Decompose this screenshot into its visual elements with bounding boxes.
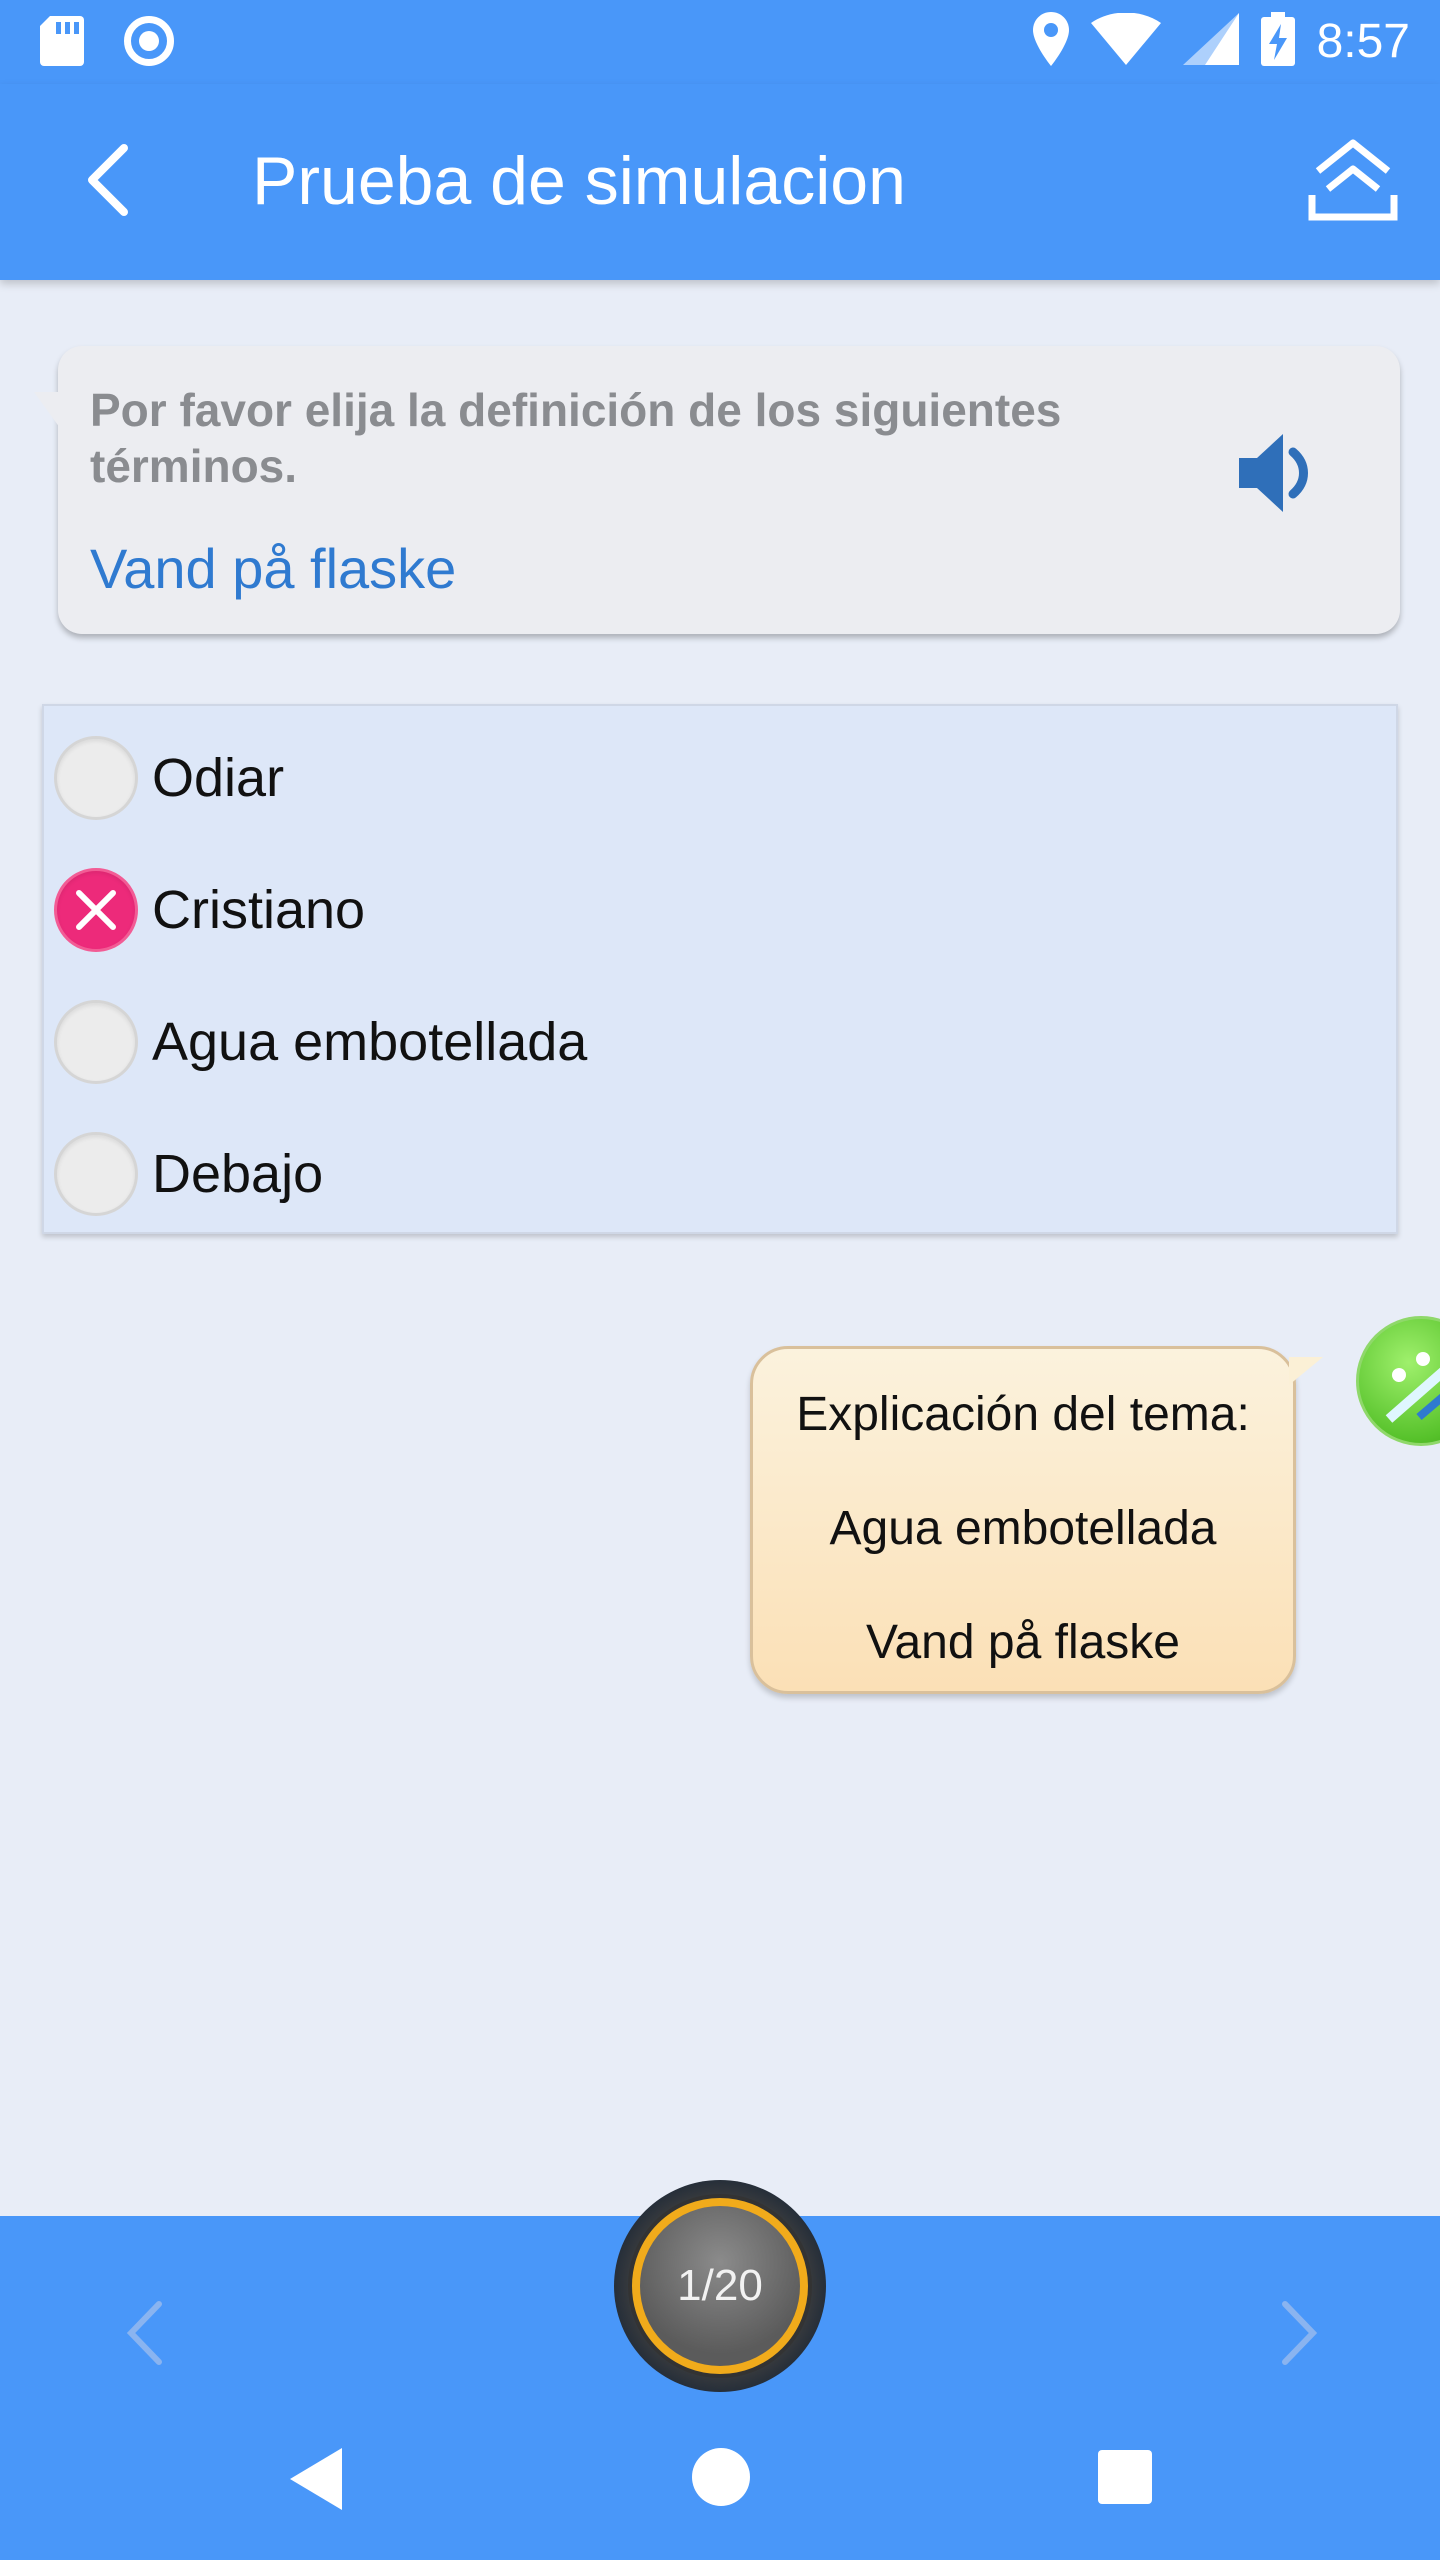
battery-charging-icon	[1260, 12, 1295, 71]
counter-text: 1/20	[677, 2261, 763, 2310]
answer-options: Odiar Cristiano Agua embotellada Debajo	[42, 704, 1398, 1234]
next-question-button[interactable]	[1264, 2290, 1334, 2380]
option-label: Agua embotellada	[152, 1012, 588, 1072]
explanation-heading: Explicación del tema:	[796, 1388, 1250, 1441]
chevron-left-icon	[84, 143, 132, 221]
recents-square-icon[interactable]	[1098, 2450, 1152, 2504]
explanation-term: Vand på flaske	[866, 1616, 1180, 1669]
chevron-left-icon	[125, 2300, 165, 2371]
question-prompt: Por favor elija la definición de los sig…	[90, 384, 1062, 492]
option-label: Cristiano	[152, 880, 366, 940]
previous-question-button[interactable]	[110, 2290, 180, 2380]
page-title: Prueba de simulacion	[252, 143, 906, 219]
question-term: Vand på flaske	[90, 537, 457, 600]
explanation-answer: Agua embotellada	[829, 1502, 1217, 1555]
radio-icon[interactable]	[54, 1132, 138, 1216]
explanation-bubble: Explicación del tema: Agua embotellada V…	[750, 1346, 1323, 1694]
home-circle-icon[interactable]	[692, 2448, 750, 2506]
signal-icon	[1182, 13, 1239, 70]
play-audio-button[interactable]	[1232, 430, 1322, 520]
counter-ring: 1/20	[632, 2198, 808, 2374]
back-button[interactable]	[62, 136, 154, 228]
mascot-avatar	[1356, 1316, 1440, 1446]
status-bar: 8:57	[0, 0, 1440, 84]
chevron-right-icon	[1279, 2300, 1319, 2371]
share-button[interactable]	[1298, 126, 1408, 236]
sd-card-icon	[40, 16, 84, 66]
option-item[interactable]: Agua embotellada	[44, 976, 1396, 1108]
upload-icon	[1308, 137, 1398, 226]
sync-circle-icon	[124, 16, 174, 66]
app-bar: Prueba de simulacion	[0, 84, 1440, 280]
back-triangle-icon[interactable]	[286, 2444, 356, 2514]
status-time: 8:57	[1316, 15, 1410, 68]
option-label: Odiar	[152, 748, 285, 808]
radio-icon[interactable]	[54, 1000, 138, 1084]
location-icon	[1032, 12, 1069, 71]
option-item[interactable]: Debajo	[44, 1108, 1396, 1240]
question-card: Por favor elija la definición de los sig…	[34, 346, 1400, 634]
option-item[interactable]: Cristiano	[44, 844, 1396, 976]
question-counter[interactable]: 1/20	[614, 2180, 826, 2392]
radio-icon[interactable]	[54, 736, 138, 820]
speaker-icon	[1235, 428, 1319, 523]
option-label: Debajo	[152, 1144, 324, 1204]
wrong-answer-icon[interactable]	[54, 868, 138, 952]
option-item[interactable]: Odiar	[44, 712, 1396, 844]
wifi-icon	[1090, 12, 1161, 70]
